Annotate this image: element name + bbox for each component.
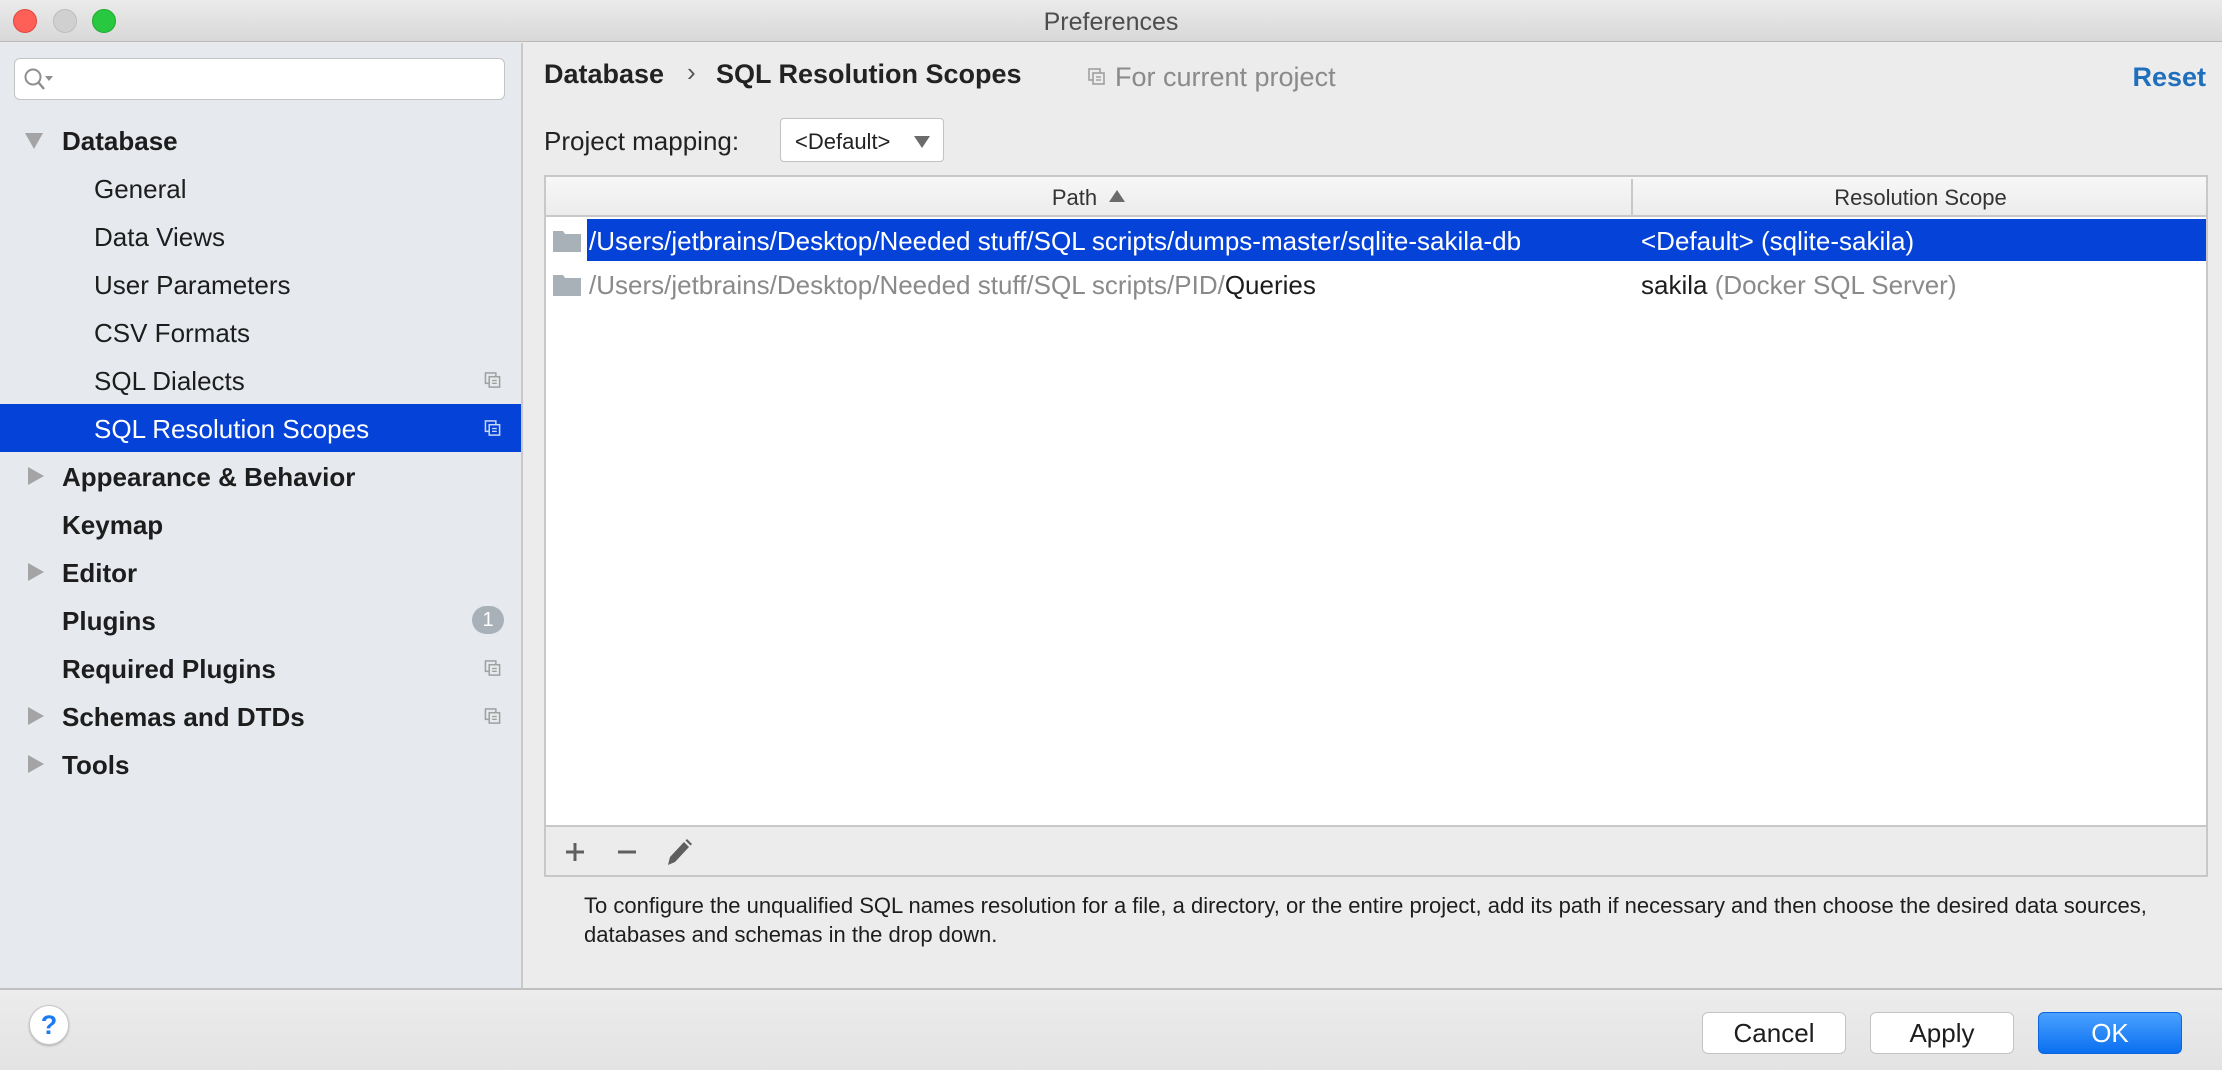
sidebar-item-label: User Parameters [94, 270, 291, 300]
path-text: /Users/jetbrains/Desktop/Needed stuff/SQ… [589, 270, 1225, 300]
reset-link[interactable]: Reset [2132, 62, 2206, 93]
add-button[interactable] [558, 835, 592, 869]
search-icon [24, 68, 53, 90]
edit-button[interactable] [662, 835, 696, 869]
sidebar-item-plugins[interactable]: Plugins 1 [0, 596, 521, 644]
expand-arrow-right-icon[interactable] [28, 467, 44, 485]
table-row[interactable]: /Users/jetbrains/Desktop/Needed stuff/SQ… [546, 263, 2206, 305]
table-toolbar [544, 827, 2208, 877]
sidebar-item-editor[interactable]: Editor [0, 548, 521, 596]
breadcrumb-database[interactable]: Database [544, 59, 664, 90]
sidebar-item-label: SQL Resolution Scopes [94, 414, 370, 444]
window-title: Preferences [1043, 8, 1179, 36]
project-level-icon [484, 372, 501, 388]
scope-detail: (sqlite-sakila) [1760, 226, 1915, 256]
update-count-badge: 1 [472, 606, 504, 634]
resolution-scopes-table: Path Resolution Scope /Users/jetbrains/D… [544, 175, 2208, 827]
project-mapping-value: <Default> [795, 129, 891, 154]
project-level-icon [484, 708, 501, 724]
folder-icon [553, 231, 581, 252]
ok-button[interactable]: OK [2038, 1012, 2182, 1054]
column-header-resolution-scope[interactable]: Resolution Scope [1633, 185, 2208, 211]
sidebar-item-label: Appearance & Behavior [62, 462, 356, 492]
sidebar-item-label: CSV Formats [94, 318, 251, 348]
expand-arrow-right-icon[interactable] [28, 563, 44, 581]
sort-ascending-icon [1109, 190, 1126, 202]
scope-main: <Default> [1641, 226, 1754, 256]
project-level-icon [484, 420, 501, 436]
sidebar-item-data-views[interactable]: Data Views [0, 212, 521, 260]
sidebar-item-label: Keymap [62, 510, 164, 540]
cancel-button[interactable]: Cancel [1702, 1012, 1846, 1054]
expand-arrow-right-icon[interactable] [28, 707, 44, 725]
sidebar-item-schemas-and-dtds[interactable]: Schemas and DTDs [0, 692, 521, 740]
project-mapping-dropdown[interactable]: <Default> [780, 118, 944, 162]
settings-sidebar: Database General Data Views User Parameters… [0, 43, 523, 988]
title-bar: Preferences [0, 0, 2222, 42]
help-button[interactable]: ? [29, 1005, 69, 1045]
scope-detail: (Docker SQL Server) [1714, 270, 1957, 300]
folder-icon [553, 275, 581, 296]
sidebar-item-sql-resolution-scopes[interactable]: SQL Resolution Scopes [0, 404, 521, 452]
scope-cell[interactable]: sakila (Docker SQL Server) [1641, 270, 1956, 301]
sidebar-item-label: Tools [62, 750, 130, 780]
dialog-footer: ? Cancel Apply OK [0, 988, 2222, 1070]
project-scope-icon [1088, 68, 1105, 85]
sidebar-item-label: Database [62, 126, 178, 156]
scope-note-text: For current project [1115, 62, 1336, 92]
expand-arrow-right-icon[interactable] [28, 755, 44, 773]
table-header: Path Resolution Scope [546, 177, 2206, 217]
sidebar-item-label: Plugins [62, 606, 156, 636]
sidebar-item-general[interactable]: General [0, 164, 521, 212]
project-mapping-label: Project mapping: [544, 126, 740, 156]
sidebar-item-database[interactable]: Database [0, 116, 521, 164]
sidebar-item-user-parameters[interactable]: User Parameters [0, 260, 521, 308]
table-row[interactable]: /Users/jetbrains/Desktop/Needed stuff/SQ… [546, 219, 2206, 261]
sidebar-item-label: Schemas and DTDs [62, 702, 305, 732]
chevron-down-icon [914, 136, 930, 148]
scope-cell[interactable]: <Default> (sqlite-sakila) [1641, 226, 1914, 257]
scope-main: sakila [1641, 270, 1708, 300]
page-title: SQL Resolution Scopes [716, 59, 1022, 89]
sidebar-item-csv-formats[interactable]: CSV Formats [0, 308, 521, 356]
remove-button[interactable] [610, 835, 644, 869]
settings-search-input[interactable] [14, 58, 505, 100]
sidebar-item-label: Required Plugins [62, 654, 276, 684]
sidebar-item-sql-dialects[interactable]: SQL Dialects [0, 356, 521, 404]
sidebar-item-appearance-behavior[interactable]: Appearance & Behavior [0, 452, 521, 500]
expand-arrow-down-icon[interactable] [25, 133, 43, 149]
column-header-path-label: Path [1051, 185, 1098, 210]
breadcrumb-separator: › [687, 57, 696, 87]
path-text: /Users/jetbrains/Desktop/Needed stuff/SQ… [589, 226, 1522, 256]
sidebar-item-label: General [94, 174, 187, 204]
sidebar-item-keymap[interactable]: Keymap [0, 500, 521, 548]
sidebar-item-label: SQL Dialects [94, 366, 245, 396]
path-cell[interactable]: /Users/jetbrains/Desktop/Needed stuff/SQ… [589, 270, 1316, 301]
scope-note: For current project [1088, 62, 1336, 93]
sidebar-item-label: Data Views [94, 222, 226, 252]
project-level-icon [484, 660, 501, 676]
settings-content: Database › SQL Resolution Scopes For cur… [525, 43, 2222, 988]
sidebar-item-tools[interactable]: Tools [0, 740, 521, 788]
help-description: To configure the unqualified SQL names r… [584, 893, 2147, 947]
path-name: Queries [1224, 270, 1316, 300]
sidebar-item-label: Editor [62, 558, 138, 588]
apply-button[interactable]: Apply [1870, 1012, 2014, 1054]
path-cell[interactable]: /Users/jetbrains/Desktop/Needed stuff/SQ… [589, 226, 1521, 257]
sidebar-item-required-plugins[interactable]: Required Plugins [0, 644, 521, 692]
column-header-path[interactable]: Path [546, 185, 1631, 211]
